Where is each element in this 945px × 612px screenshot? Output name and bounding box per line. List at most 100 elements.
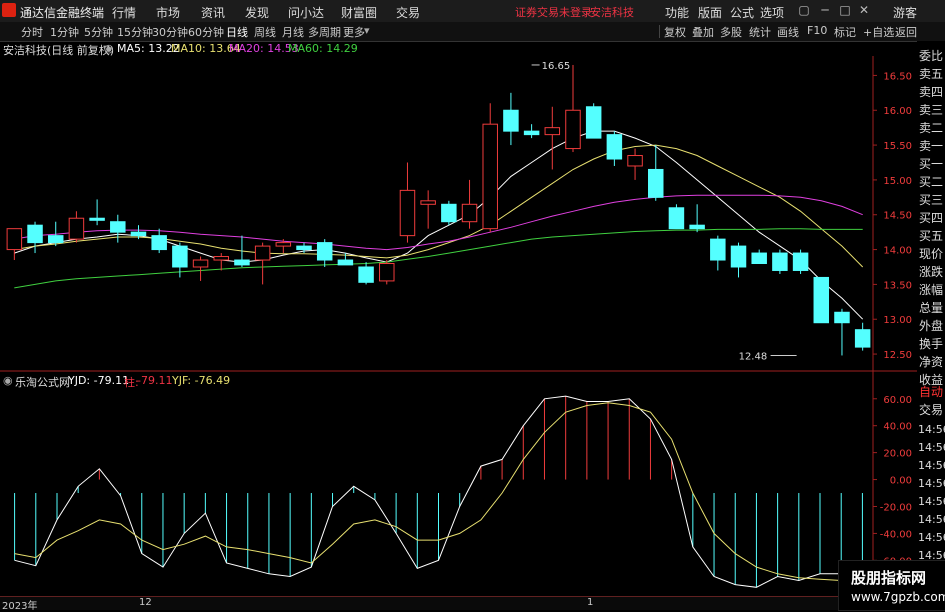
candle-body bbox=[89, 217, 105, 221]
candlestick bbox=[192, 256, 209, 281]
candlestick bbox=[420, 190, 436, 229]
candlestick bbox=[358, 262, 374, 285]
candlestick bbox=[441, 200, 457, 226]
side-tab-sell3[interactable]: 卖三 bbox=[919, 101, 945, 117]
tick-time: 14:56 bbox=[918, 531, 945, 544]
candlestick bbox=[772, 249, 788, 274]
price-tick-label: 13.50 bbox=[883, 280, 912, 291]
candlestick bbox=[68, 211, 85, 243]
side-tab-volume[interactable]: 总量 bbox=[919, 299, 945, 315]
side-tab-buy3[interactable]: 买三 bbox=[919, 191, 945, 207]
candlestick bbox=[523, 124, 540, 139]
indicator-title: 乐淘公式网 bbox=[15, 376, 70, 389]
side-tab-net-assets[interactable]: 净资 bbox=[919, 353, 945, 369]
side-tab-commission-ratio[interactable]: 委比 bbox=[919, 47, 945, 63]
candlestick bbox=[27, 221, 43, 254]
tick-time: 14:56 bbox=[918, 477, 945, 490]
zhu-value: -79.11 bbox=[137, 374, 173, 387]
candlestick bbox=[565, 64, 581, 153]
candlestick bbox=[399, 162, 416, 243]
indicator-tick-label: 60.00 bbox=[883, 395, 912, 406]
side-tab-change[interactable]: 涨跌 bbox=[919, 263, 945, 279]
candlestick bbox=[792, 249, 809, 274]
candle-body bbox=[151, 235, 167, 251]
candle-body bbox=[648, 168, 664, 198]
indicator-tick-label: 40.00 bbox=[883, 422, 912, 433]
trade-tab[interactable]: 交易 bbox=[919, 401, 943, 418]
tick-time: 14:56 bbox=[918, 513, 945, 526]
candlestick bbox=[813, 276, 830, 324]
candlestick bbox=[668, 204, 685, 230]
side-tab-sell2[interactable]: 卖二 bbox=[919, 119, 945, 135]
candle-body bbox=[296, 245, 312, 251]
side-tab-sell4[interactable]: 卖四 bbox=[919, 83, 945, 99]
candle-body bbox=[316, 242, 333, 261]
candle-body bbox=[503, 109, 519, 132]
side-tab-price[interactable]: 现价 bbox=[919, 245, 945, 261]
candle-body bbox=[110, 221, 126, 233]
side-tab-change-pct[interactable]: 涨幅 bbox=[919, 281, 945, 297]
candlestick bbox=[151, 228, 167, 254]
high-price-label: 16.65 bbox=[542, 61, 571, 72]
indicator-tick-label: -20.00 bbox=[880, 502, 912, 513]
watermark: 股朋指标网 www.7gpzb.com bbox=[838, 560, 945, 611]
candle-body bbox=[689, 224, 705, 230]
date-axis-year: 2023年 bbox=[2, 601, 38, 612]
watermark-url: www.7gpzb.com bbox=[851, 590, 945, 604]
ma20-line bbox=[14, 194, 863, 251]
candle-body bbox=[420, 200, 436, 205]
candle-body bbox=[234, 259, 250, 266]
watermark-title: 股朋指标网 bbox=[851, 569, 927, 587]
side-tab-sell5[interactable]: 卖五 bbox=[919, 65, 945, 81]
candlestick bbox=[6, 228, 23, 261]
candlestick bbox=[503, 92, 519, 146]
price-tick-label: 15.00 bbox=[883, 176, 912, 187]
candlestick bbox=[461, 179, 478, 229]
candlestick bbox=[751, 249, 767, 265]
price-tick-label: 12.50 bbox=[883, 350, 912, 361]
candlestick bbox=[254, 242, 271, 285]
candle-body bbox=[358, 266, 374, 283]
price-tick-label: 16.50 bbox=[883, 71, 912, 82]
candlestick bbox=[316, 239, 333, 267]
auto-tab[interactable]: 自动 bbox=[919, 383, 943, 400]
candle-body bbox=[130, 231, 147, 237]
indicator-settings-icon[interactable]: ◉ bbox=[3, 374, 13, 387]
side-tab-buy1[interactable]: 买一 bbox=[919, 155, 945, 171]
chart-canvas[interactable]: 16.50 16.00 15.50 15.00 14.50 14.00 13.50 13.00… bbox=[0, 0, 945, 609]
yjf-label: YJF: -76.49 bbox=[172, 374, 231, 387]
candlestick bbox=[606, 131, 623, 166]
side-tab-buy4[interactable]: 买四 bbox=[919, 209, 945, 225]
price-tick-label: 16.00 bbox=[883, 106, 912, 117]
candle-body bbox=[461, 203, 478, 223]
side-tab-buy2[interactable]: 买二 bbox=[919, 173, 945, 189]
candle-body bbox=[482, 123, 498, 230]
price-tick-label: 14.00 bbox=[883, 246, 912, 257]
side-tab-buy5[interactable]: 买五 bbox=[919, 227, 945, 243]
side-tab-outer-volume[interactable]: 外盘 bbox=[919, 317, 945, 333]
price-tick-label: 14.50 bbox=[883, 211, 912, 222]
tick-time: 14:56 bbox=[918, 459, 945, 472]
candle-body bbox=[27, 224, 43, 244]
candlestick bbox=[296, 242, 312, 254]
candlestick bbox=[110, 214, 126, 243]
side-tab-sell1[interactable]: 卖一 bbox=[919, 137, 945, 153]
candlestick bbox=[834, 308, 850, 356]
candle-body bbox=[813, 276, 830, 324]
candlestick bbox=[585, 103, 602, 139]
candlestick bbox=[710, 235, 726, 271]
candlestick bbox=[213, 253, 229, 271]
candlestick bbox=[482, 103, 498, 233]
tick-time: 14:56 bbox=[918, 441, 945, 454]
candlestick bbox=[627, 148, 643, 180]
side-tab-turnover[interactable]: 换手 bbox=[919, 335, 945, 351]
candle-body bbox=[730, 245, 747, 268]
price-tick-label: 13.00 bbox=[883, 315, 912, 326]
indicator-info: ◉ 乐淘公式网 YJD: -79.11 柱: -79.11 YJF: -76.4… bbox=[0, 373, 900, 389]
low-price-label: 12.48 bbox=[739, 351, 768, 362]
candlestick bbox=[689, 204, 705, 233]
tick-time: 14:56 bbox=[918, 423, 945, 436]
candle-body bbox=[399, 189, 416, 237]
price-tick-label: 15.50 bbox=[883, 141, 912, 152]
candle-body bbox=[834, 311, 850, 324]
